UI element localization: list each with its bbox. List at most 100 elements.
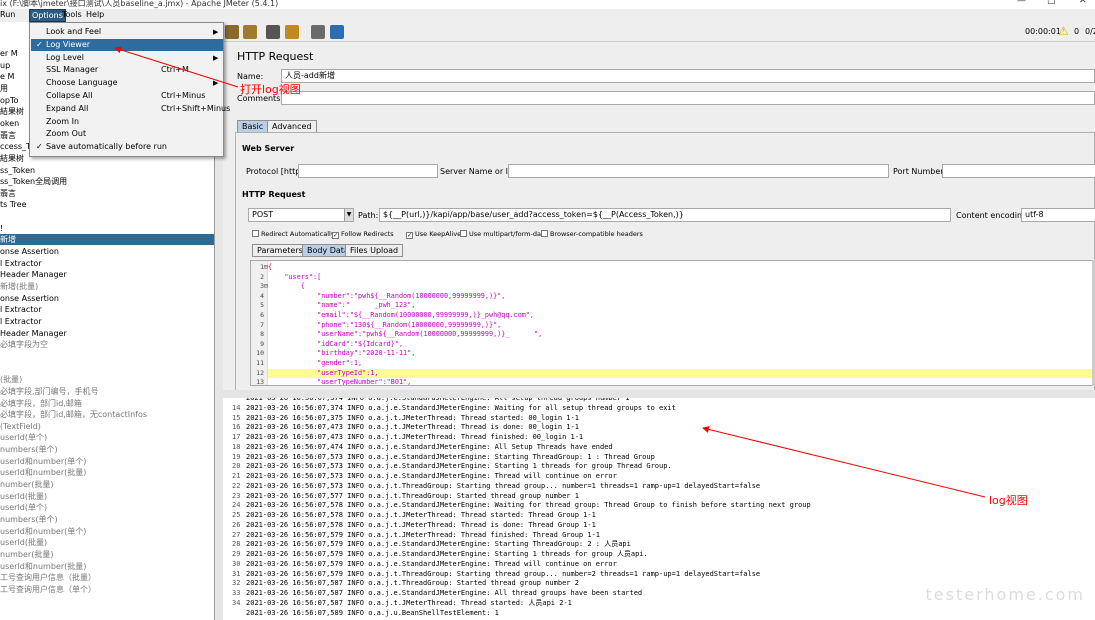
close-icon[interactable]: ✕ (1079, 0, 1087, 6)
tree-node[interactable]: userId和number(批量) (0, 561, 86, 572)
tree-node[interactable]: 結果树 (0, 106, 24, 117)
log-line-number: 21 (232, 472, 241, 480)
menu-item-ssl-manager[interactable]: SSL Manager Ctrl+M (31, 64, 223, 77)
tree-node[interactable]: l Extractor (0, 258, 42, 269)
tree-node[interactable]: ss_Token全局调用 (0, 176, 67, 187)
log-line: 2021-03-26 16:56:07,579 INFO o.a.j.t.Thr… (246, 569, 761, 578)
menu-item-zoom-out[interactable]: Zoom Out (31, 128, 223, 141)
encoding-field[interactable]: utf-8 (1021, 208, 1095, 222)
tree-node[interactable]: 新增 (0, 234, 214, 246)
checkbox-redirect-automatically[interactable]: Redirect Automatically (252, 230, 335, 238)
tree-node[interactable]: number(批量) (0, 549, 53, 560)
menu-run[interactable]: Run (0, 10, 15, 19)
tree-node[interactable]: (批量) (0, 374, 22, 385)
fold-icon[interactable]: ⊟ (260, 263, 268, 271)
tree-node[interactable]: Header Manager (0, 269, 67, 280)
tab-files-upload[interactable]: Files Upload (345, 244, 404, 257)
menu-item-expand-all[interactable]: Expand All Ctrl+Shift+Minus (31, 103, 230, 116)
log-line-number: 14 (232, 403, 241, 412)
tree-node[interactable]: ss_Token (0, 165, 35, 176)
tree-node[interactable]: up (0, 60, 10, 71)
maximize-icon[interactable]: □ (1047, 0, 1056, 6)
warning-icon[interactable]: ⚠ (1058, 24, 1069, 38)
tree-node[interactable]: 工号查询用户信息（批量） (0, 572, 96, 583)
tree-node[interactable]: opTo (0, 95, 18, 106)
tree-node[interactable]: numbers(单个) (0, 514, 58, 525)
function-helper-icon[interactable] (285, 25, 299, 39)
tree-node[interactable]: er M (0, 48, 18, 59)
checkbox-icon[interactable]: ✓ (332, 232, 339, 239)
menu-item-zoom-in[interactable]: Zoom In (31, 116, 223, 129)
tree-node[interactable]: userId和number(批量) (0, 467, 86, 478)
tree-node[interactable]: ! (0, 223, 3, 234)
body-data-editor[interactable]: 1 ⊟ 2 3 ⊟ 4 5 6 7 8 9 10 11 12 13 { "users":[ { "numbe… (250, 260, 1093, 386)
tree-node[interactable]: 結果树 (0, 153, 24, 164)
log-line: 2021-03-26 16:56:07,473 INFO o.a.j.t.JMe… (246, 433, 584, 441)
tree-node[interactable]: 必填字段,部门编号，手机号 (0, 386, 99, 397)
tab-parameters[interactable]: Parameters (252, 244, 308, 257)
menu-help[interactable]: Help (86, 10, 104, 19)
checkbox-icon[interactable] (541, 230, 548, 237)
menu-item-log-level[interactable]: Log Level ▶ (31, 52, 223, 65)
protocol-field[interactable] (298, 164, 438, 178)
list-icon[interactable] (311, 25, 325, 39)
chevron-down-icon[interactable]: ▼ (344, 209, 353, 221)
tree-node[interactable]: number(批量) (0, 479, 53, 490)
options-menu: Look and Feel ▶ ✓ Log Viewer Log Level ▶ SSL M… (29, 22, 230, 157)
fold-icon[interactable]: ⊟ (260, 282, 268, 290)
log-line: 2021-03-26 16:56:07,573 INFO o.a.j.t.Thr… (246, 481, 761, 490)
tree-node[interactable]: userId(单个) (0, 432, 47, 443)
menu-item-collapse-all[interactable]: Collapse All Ctrl+Minus (31, 90, 223, 103)
tree-node[interactable]: userId(批量) (0, 537, 47, 548)
menu-options[interactable]: Options (29, 9, 66, 22)
menu-item-choose-language[interactable]: Choose Language ▶ (31, 77, 223, 90)
tree-node[interactable]: 用 (0, 83, 8, 94)
tree-node[interactable]: oken (0, 118, 19, 129)
menu-item-log-viewer[interactable]: ✓ Log Viewer (31, 38, 223, 52)
tree-node[interactable]: 新增(批量) (0, 281, 38, 292)
menu-tools[interactable]: Tools (62, 10, 82, 19)
broom-all-icon[interactable] (243, 25, 257, 39)
checkbox-icon[interactable] (252, 230, 259, 237)
tree-node[interactable]: 翡言 (0, 188, 16, 199)
tree-node[interactable]: (TextField) (0, 421, 41, 432)
help-icon[interactable] (330, 25, 344, 39)
minimize-icon[interactable]: — (1017, 0, 1026, 6)
tree-node[interactable]: userId(批量) (0, 491, 47, 502)
tree-node[interactable]: 翡言 (0, 130, 16, 141)
menu-item-save-automatically-before-run[interactable]: ✓ Save automatically before run (31, 141, 223, 154)
tree-node[interactable]: Header Manager (0, 328, 67, 339)
tree-node[interactable]: l Extractor (0, 316, 42, 327)
log-line: 2021-03-26 16:56:07,579 INFO o.a.j.e.Sta… (246, 550, 648, 558)
tree-node[interactable]: l Extractor (0, 304, 42, 315)
tree-node[interactable]: 必填字段为空 (0, 339, 48, 350)
checkbox-use-multipart-form-data[interactable]: Use multipart/form-data (460, 230, 547, 238)
name-field[interactable]: 人员-add新增 (281, 69, 1095, 83)
broom-icon[interactable] (225, 25, 239, 39)
comments-field[interactable] (281, 91, 1095, 105)
checkbox-use-keepalive[interactable]: ✓ Use KeepAlive (406, 230, 461, 239)
tree-node[interactable]: onse Assertion (0, 246, 59, 257)
tree-node[interactable]: 必填字段，部门id,邮箱 (0, 398, 82, 409)
tree-node[interactable]: numbers(单个) (0, 444, 58, 455)
port-field[interactable] (942, 164, 1095, 178)
checkbox-icon[interactable] (460, 230, 467, 237)
tree-node[interactable]: onse Assertion (0, 293, 59, 304)
method-select[interactable]: POST ▼ (248, 208, 354, 222)
checkbox-follow-redirects[interactable]: ✓ Follow Redirects (332, 230, 394, 239)
menu-item-look-and-feel[interactable]: Look and Feel ▶ (31, 26, 223, 39)
tree-node[interactable]: userId(单个) (0, 502, 47, 513)
tree-node[interactable]: ts Tree (0, 199, 27, 210)
checkbox-icon[interactable]: ✓ (406, 232, 413, 239)
checkbox-browser-compatible-headers[interactable]: Browser-compatible headers (541, 230, 643, 238)
tree-node[interactable]: e M (0, 71, 14, 82)
server-field[interactable] (508, 164, 889, 178)
log-line-number: 28 (232, 540, 241, 549)
tree-node[interactable]: 必填字段，部门id,邮箱，无contactInfos (0, 409, 147, 420)
tree-node[interactable]: userId和number(单个) (0, 526, 86, 537)
tree-node[interactable]: 工号查询用户信息（单个） (0, 584, 96, 595)
horizontal-splitter[interactable] (223, 390, 1095, 398)
binoculars-icon[interactable] (266, 25, 280, 39)
tree-node[interactable]: userId和number(单个) (0, 456, 86, 467)
path-field[interactable]: ${__P(url,)}/kapi/app/base/user_add?acce… (379, 208, 951, 222)
